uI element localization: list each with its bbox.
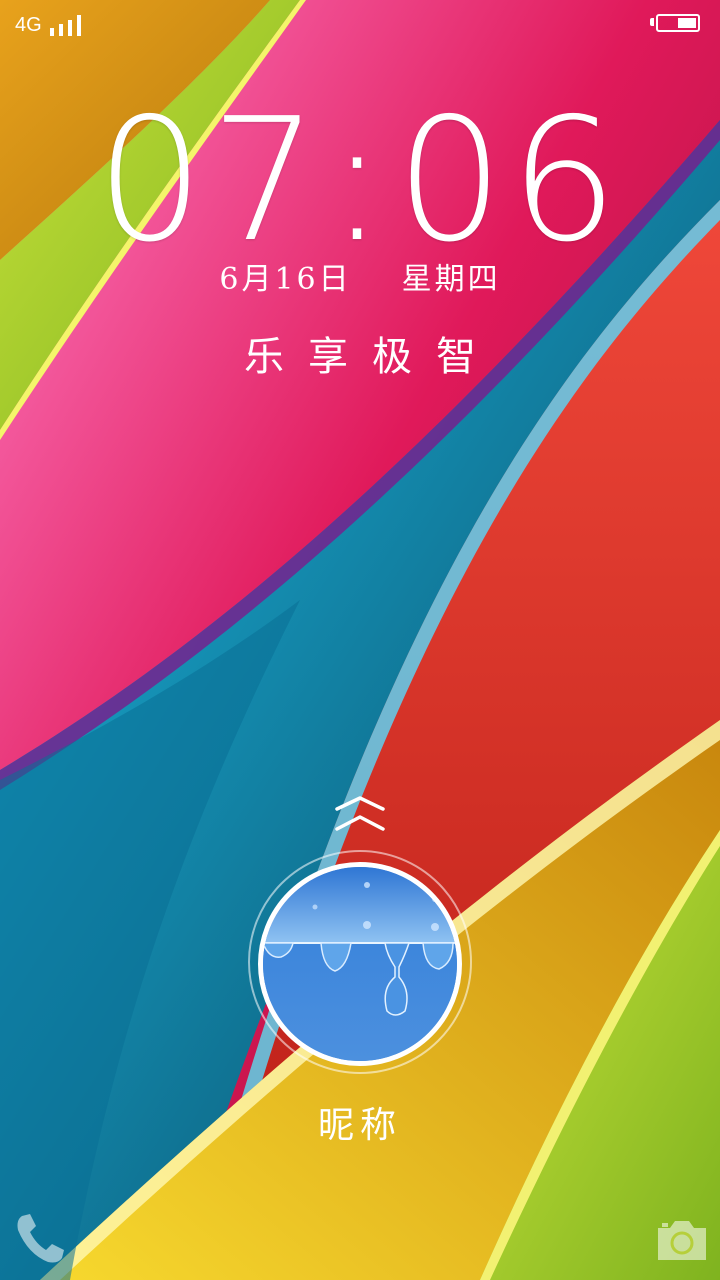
phone-icon[interactable] [14,1212,64,1264]
slogan: 乐享极智 [244,334,500,380]
clock-hours: 07 [96,82,325,280]
date-weekday: 星期四 [401,262,501,297]
network-type: 4G [15,14,42,36]
clock-minutes: 06 [395,82,624,280]
user-nickname: 昵称 [317,1105,402,1146]
clock: 07:06 [0,96,720,266]
user-avatar[interactable] [258,862,462,1066]
camera-icon[interactable] [656,1218,708,1262]
date-day: 6月16日 [219,262,352,297]
date-line: 6月16日 星期四 [0,254,720,298]
clock-separator: : [328,82,392,280]
battery-level [678,18,696,28]
swipe-up-icon [335,796,385,831]
battery-icon [656,14,700,32]
water-drops-image [263,867,457,1061]
signal-icon [50,14,90,36]
battery-tip [650,18,654,26]
status-bar: 4G [0,0,720,50]
